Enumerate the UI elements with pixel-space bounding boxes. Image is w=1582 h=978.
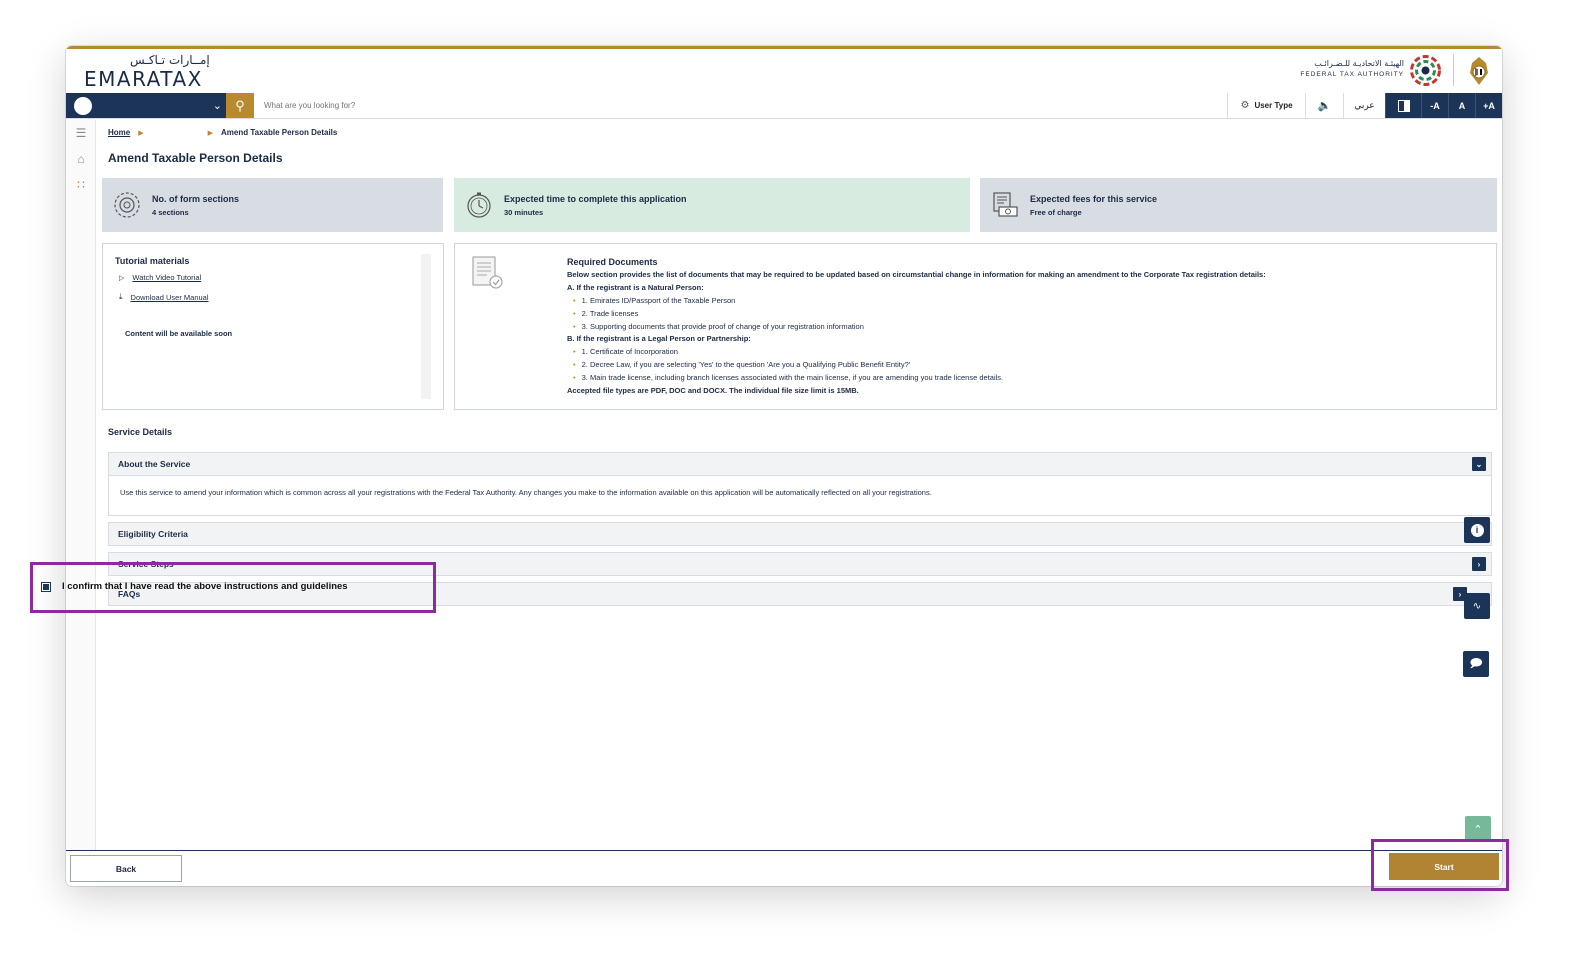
font-increase-button[interactable]: +A (1475, 93, 1502, 118)
info-card-title: Expected fees for this service (1030, 193, 1158, 204)
confirm-row[interactable]: I confirm that I have read the above ins… (41, 581, 348, 592)
required-documents-title: Required Documents (567, 257, 658, 267)
list-item: 1. Certificate of Incorporation (567, 346, 1266, 359)
list-item: 2. Decree Law, if you are selecting 'Yes… (567, 359, 1266, 372)
required-documents-panel: Required Documents Below section provide… (454, 243, 1497, 410)
info-card-time: Expected time to complete this applicati… (454, 178, 970, 232)
invoice-money-icon (990, 190, 1020, 220)
list-item: 2. Trade licenses (567, 308, 1266, 321)
emaratax-logo-arabic: إمــارات تـاكـس (130, 53, 210, 67)
tutorial-panel: Tutorial materials ▷ Watch Video Tutoria… (102, 243, 444, 410)
info-float-button[interactable]: i (1464, 517, 1490, 543)
about-service-body: Use this service to amend your informati… (108, 476, 1492, 516)
info-icon: i (1470, 523, 1484, 537)
list-item: 3. Supporting documents that provide pro… (567, 321, 1266, 334)
footer-bar: Back (66, 850, 1502, 886)
info-card-value: Free of charge (1030, 207, 1082, 217)
font-normal-button[interactable]: A (1448, 93, 1475, 118)
file-type-note: Accepted file types are PDF, DOC and DOC… (567, 386, 859, 396)
list-item: 3. Main trade license, including branch … (567, 372, 1266, 385)
play-icon: ▷ (119, 274, 125, 282)
signature-float-button[interactable]: ∿ (1464, 593, 1490, 619)
confirm-checkbox[interactable] (41, 581, 51, 592)
stopwatch-icon (464, 190, 494, 220)
required-documents-intro: Below section provides the list of docum… (567, 269, 1266, 279)
app-window: إمــارات تـاكـس EMARATAX الهيئـة الاتحاد… (66, 46, 1502, 886)
info-card-fees: Expected fees for this service Free of c… (980, 178, 1497, 232)
top-toolbar: ⌄ ⚲ ⚙ User Type 🔈 عربي -A A +A (66, 93, 1502, 119)
apps-grid-icon[interactable]: ∷ (66, 172, 96, 198)
search-input[interactable] (254, 93, 1227, 118)
info-card-sections: No. of form sections 4 sections (102, 178, 443, 232)
document-check-icon (472, 256, 503, 289)
breadcrumb-home[interactable]: Home (108, 128, 130, 137)
breadcrumb-arrow-icon: ▶ (207, 129, 214, 137)
info-card-value: 4 sections (152, 207, 189, 217)
chevron-down-icon: ⌄ (1472, 457, 1486, 471)
chat-icon: 🗩 (1469, 655, 1483, 670)
info-card-title: No. of form sections (152, 193, 240, 204)
watch-video-label: Watch Video Tutorial (132, 273, 202, 282)
speaker-icon: 🔈 (1317, 100, 1332, 112)
breadcrumb-current: Amend Taxable Person Details (221, 128, 338, 137)
service-details-title: Service Details (108, 427, 173, 437)
download-manual-label: Download User Manual (130, 292, 209, 302)
fta-name: FEDERAL TAX AUTHORITY (1300, 71, 1404, 78)
user-type-button[interactable]: ⚙ User Type (1227, 93, 1305, 118)
watch-video-link[interactable]: ▷ Watch Video Tutorial (119, 273, 201, 282)
chevron-up-icon: ⌃ (1473, 823, 1483, 836)
user-menu[interactable]: ⌄ (66, 93, 226, 118)
tutorial-note: Content will be available soon (125, 329, 233, 338)
accordion-about-service[interactable]: About the Service ⌄ (108, 452, 1492, 476)
info-card-value: 30 minutes (504, 207, 544, 217)
language-toggle[interactable]: عربي (1343, 93, 1385, 118)
info-card-title: Expected time to complete this applicati… (504, 193, 687, 204)
emaratax-logo[interactable]: EMARATAX (84, 67, 203, 91)
chevron-right-icon: › (1472, 557, 1486, 571)
download-icon: ⤓ (119, 292, 123, 301)
download-manual-link[interactable]: ⤓ Download User Manual (119, 292, 209, 302)
font-decrease-button[interactable]: -A (1421, 93, 1448, 118)
start-button[interactable]: Start (1389, 853, 1499, 880)
user-icon (74, 97, 92, 115)
fta-logo-icon (1410, 55, 1441, 86)
accordion-eligibility[interactable]: Eligibility Criteria (108, 522, 1492, 546)
home-icon[interactable]: ⌂ (66, 146, 96, 172)
menu-icon[interactable]: ☰ (66, 120, 96, 146)
list-item: 1. Emirates ID/Passport of the Taxable P… (567, 295, 1266, 308)
search-icon: ⚲ (235, 97, 245, 113)
user-type-label: User Type (1254, 101, 1293, 110)
breadcrumb-arrow-icon: ▶ (138, 129, 144, 137)
tutorial-title: Tutorial materials (115, 256, 190, 266)
confirm-label: I confirm that I have read the above ins… (62, 581, 348, 592)
sidebar: ☰ ⌂ ∷ (66, 120, 96, 880)
search-button[interactable]: ⚲ (226, 93, 254, 118)
header: إمــارات تـاكـس EMARATAX الهيئـة الاتحاد… (66, 49, 1502, 93)
contrast-button[interactable] (1385, 93, 1421, 118)
signature-icon: ∿ (1472, 600, 1482, 612)
uae-emblem-icon (1470, 57, 1488, 85)
section-b-heading: B. If the registrant is a Legal Person o… (567, 334, 751, 344)
required-documents-content: Required Documents Below section provide… (567, 256, 1266, 398)
fta-name-arabic: الهيئـة الاتحاديـة للـضـرائـب (1314, 59, 1404, 68)
audio-button[interactable]: 🔈 (1305, 93, 1343, 118)
gear-icon (112, 190, 142, 220)
accordion-label: Eligibility Criteria (118, 529, 188, 539)
contrast-icon (1397, 99, 1410, 112)
header-divider (1453, 54, 1454, 86)
breadcrumb: Home ▶ ▶ Amend Taxable Person Details (108, 128, 337, 137)
back-button[interactable]: Back (70, 855, 182, 882)
chat-float-button[interactable]: 🗩 (1463, 651, 1489, 677)
page-title: Amend Taxable Person Details (108, 151, 283, 165)
chevron-down-icon: ⌄ (212, 100, 222, 112)
tutorial-scrollbar[interactable] (421, 254, 431, 399)
accordion-label: About the Service (118, 459, 191, 469)
section-a-heading: A. If the registrant is a Natural Person… (567, 282, 704, 292)
gear-icon: ⚙ (1240, 100, 1250, 111)
